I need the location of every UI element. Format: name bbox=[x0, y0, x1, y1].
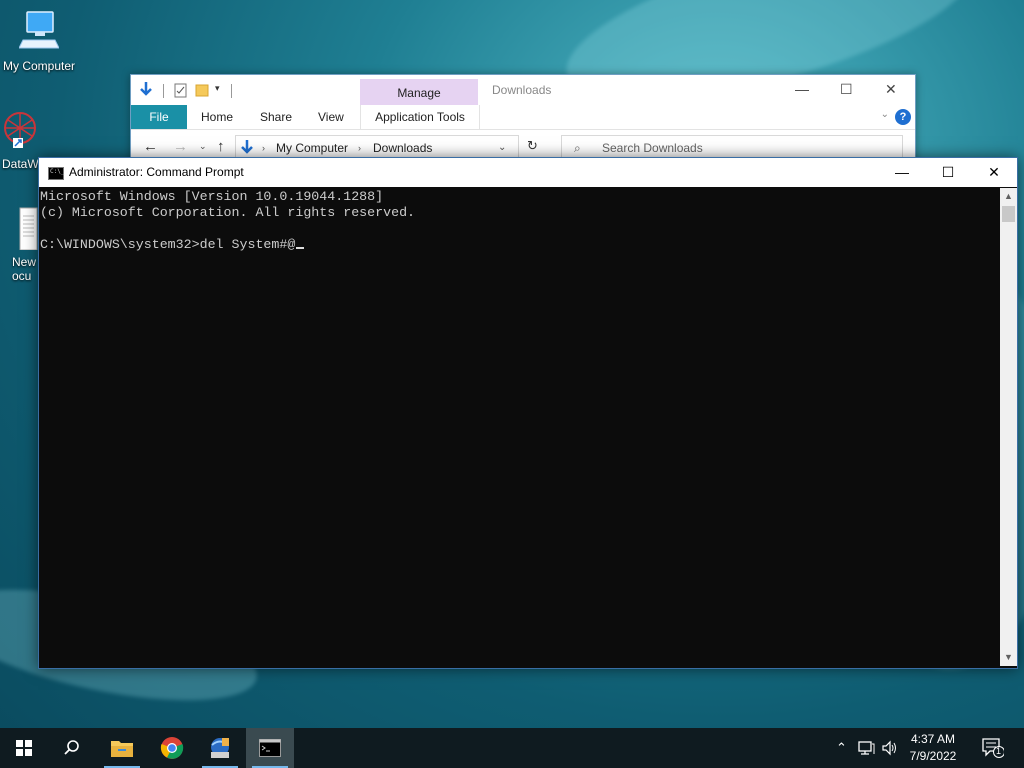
console-command: C:\WINDOWS\system32>del System#@ bbox=[40, 237, 296, 252]
scroll-down-icon[interactable]: ▼ bbox=[1000, 649, 1017, 666]
clock-date: 7/9/2022 bbox=[909, 749, 957, 763]
desktop-icon-label: DataW bbox=[2, 157, 39, 171]
console-line: (c) Microsoft Corporation. All rights re… bbox=[40, 205, 416, 220]
system-tray: ⌃ bbox=[836, 728, 899, 768]
vertical-scrollbar[interactable]: ▲ ▼ bbox=[1000, 188, 1017, 666]
separator bbox=[231, 84, 232, 98]
tab-view[interactable]: View bbox=[318, 105, 344, 129]
console-output[interactable]: Microsoft Windows [Version 10.0.19044.12… bbox=[40, 189, 998, 665]
maximize-button[interactable]: ☐ bbox=[840, 81, 853, 98]
app-icon bbox=[211, 738, 229, 758]
taskbar-clock[interactable]: 4:37 AM 7/9/2022 bbox=[904, 731, 962, 765]
tab-home[interactable]: Home bbox=[201, 105, 233, 129]
console-input-line[interactable]: C:\WINDOWS\system32>del System#@ bbox=[40, 237, 998, 253]
quick-access-download-icon bbox=[140, 82, 152, 96]
separator bbox=[163, 84, 164, 98]
console-line: Microsoft Windows [Version 10.0.19044.12… bbox=[40, 189, 384, 204]
taskbar-app[interactable] bbox=[196, 728, 244, 768]
new-folder-icon[interactable] bbox=[195, 83, 209, 97]
windows-logo-icon bbox=[16, 740, 32, 756]
back-arrow-icon[interactable]: ← bbox=[143, 138, 158, 155]
network-icon[interactable] bbox=[857, 740, 875, 756]
start-button[interactable] bbox=[0, 728, 48, 768]
file-explorer-icon bbox=[111, 741, 133, 757]
desktop-icon-my-computer[interactable]: My Computer bbox=[0, 10, 81, 73]
text-cursor bbox=[296, 247, 305, 249]
minimize-button[interactable]: — bbox=[879, 158, 925, 187]
properties-icon[interactable] bbox=[174, 83, 187, 98]
desktop-icon-label: My Computer bbox=[2, 59, 76, 73]
tab-application-tools[interactable]: Application Tools bbox=[360, 105, 480, 129]
cmd-icon: C:\_ bbox=[48, 167, 64, 180]
close-button[interactable]: ✕ bbox=[885, 81, 897, 98]
chevron-down-icon[interactable]: ⌄ bbox=[199, 141, 207, 152]
help-icon[interactable]: ? bbox=[895, 109, 911, 125]
command-prompt-window[interactable]: C:\_ Administrator: Command Prompt — ☐ ✕… bbox=[38, 157, 1018, 669]
scroll-up-icon[interactable]: ▲ bbox=[1000, 188, 1017, 205]
ribbon-tabs: File Home Share View Application Tools ⌄… bbox=[131, 105, 915, 130]
minimize-button[interactable]: — bbox=[795, 81, 809, 97]
action-center-button[interactable]: 1 bbox=[982, 738, 1005, 763]
cmd-titlebar[interactable]: C:\_ Administrator: Command Prompt — ☐ ✕ bbox=[39, 158, 1017, 187]
volume-icon[interactable] bbox=[881, 740, 899, 756]
scrollbar-thumb[interactable] bbox=[1002, 206, 1015, 222]
show-hidden-icons-icon[interactable]: ⌃ bbox=[836, 740, 847, 756]
chevron-down-icon[interactable]: ▾ bbox=[215, 83, 220, 94]
computer-icon bbox=[18, 11, 60, 49]
datawrangler-icon bbox=[4, 112, 36, 148]
tab-share[interactable]: Share bbox=[260, 105, 292, 129]
clock-time: 4:37 AM bbox=[910, 732, 956, 746]
desktop-icon-datawrangler[interactable]: DataW bbox=[0, 108, 42, 171]
taskbar-command-prompt[interactable] bbox=[246, 728, 294, 768]
tab-manage[interactable]: Manage bbox=[360, 79, 478, 105]
explorer-titlebar[interactable]: ▾ Manage Downloads — ☐ ✕ bbox=[131, 75, 915, 105]
up-arrow-icon[interactable]: ↑ bbox=[217, 138, 225, 155]
maximize-button[interactable]: ☐ bbox=[925, 158, 971, 187]
notification-count: 1 bbox=[996, 746, 1002, 756]
chrome-icon bbox=[160, 737, 184, 759]
search-icon bbox=[64, 740, 79, 755]
forward-arrow-icon[interactable]: → bbox=[173, 138, 188, 155]
document-icon bbox=[19, 207, 38, 251]
cmd-icon bbox=[259, 739, 281, 757]
window-title: Administrator: Command Prompt bbox=[69, 165, 244, 179]
search-button[interactable] bbox=[48, 728, 96, 768]
refresh-icon[interactable]: ↻ bbox=[527, 138, 538, 154]
downloads-icon bbox=[241, 140, 253, 154]
taskbar-chrome[interactable] bbox=[148, 728, 196, 768]
taskbar-file-explorer[interactable] bbox=[98, 728, 146, 768]
taskbar: ⌃ 4:37 AM 7/9/2022 1 bbox=[0, 728, 1024, 768]
close-button[interactable]: ✕ bbox=[971, 158, 1017, 187]
window-title: Downloads bbox=[492, 83, 552, 97]
ribbon-expand-icon[interactable]: ⌄ bbox=[881, 109, 889, 120]
tab-file[interactable]: File bbox=[131, 105, 187, 129]
